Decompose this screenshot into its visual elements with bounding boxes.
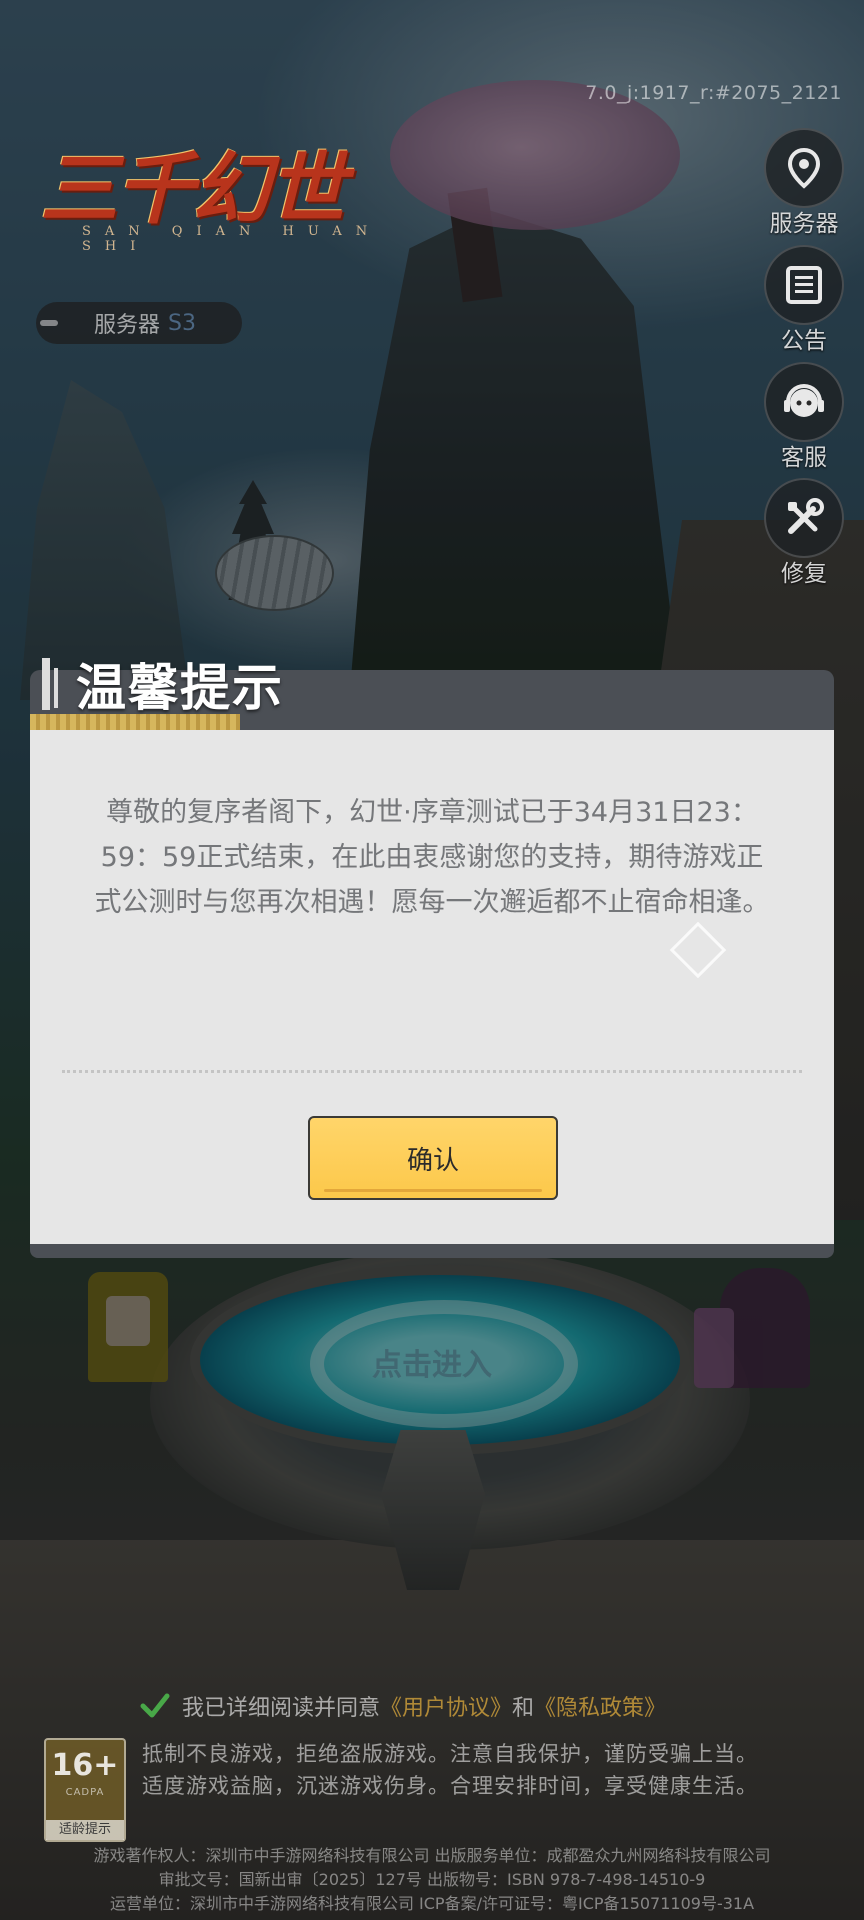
user-agreement-link[interactable]: 《用户协议》 xyxy=(380,1690,512,1722)
dialog-body: 尊敬的复序者阁下，幻世·序章测试已于34月31日23：59：59正式结束，在此由… xyxy=(30,730,834,1244)
checkmark-icon[interactable] xyxy=(140,1691,170,1721)
age-rating-org: CADPA xyxy=(65,1787,105,1798)
age-rating-number: 16+ xyxy=(51,1748,119,1783)
health-line: 适度游戏益脑，沉迷游戏伤身。合理安排时间，享受健康生活。 xyxy=(142,1774,758,1798)
sparkle-icon xyxy=(669,921,727,979)
side-button-server[interactable]: 服务器 xyxy=(764,128,844,238)
health-notice: 抵制不良游戏，拒绝盗版游戏。注意自我保护，谨防受骗上当。 适度游戏益脑，沉迷游戏… xyxy=(142,1738,758,1802)
age-rating-badge[interactable]: 16+ CADPA 适龄提示 xyxy=(44,1738,126,1842)
legal-line: 审批文号：国新出审〔2025〕127号 出版物号：ISBN 978-7-498-… xyxy=(158,1870,706,1889)
dialog-footer xyxy=(30,1244,834,1258)
title-bar-mark xyxy=(42,658,50,710)
side-button-label: 服务器 xyxy=(769,211,839,237)
side-button-label: 客服 xyxy=(781,445,827,471)
game-logo: 三千幻世 SAN QIAN HUAN SHI xyxy=(40,150,430,260)
server-chip-code: S3 xyxy=(168,310,196,336)
age-rating-tip: 适龄提示 xyxy=(46,1820,124,1840)
side-button-label: 公告 xyxy=(781,328,827,354)
side-button-notice[interactable]: 公告 xyxy=(764,245,844,355)
agreement-row: 我已详细阅读并同意 《用户协议》 和 《隐私政策》 xyxy=(140,1690,666,1722)
server-select-chip[interactable]: 服务器 S3 xyxy=(36,302,242,344)
server-chip-label: 服务器 xyxy=(94,313,161,338)
list-icon xyxy=(764,245,844,325)
agreement-and: 和 xyxy=(512,1696,535,1721)
dialog-title: 温馨提示 xyxy=(76,659,284,717)
side-button-support[interactable]: 客服 xyxy=(764,362,844,472)
agreement-prefix: 我已详细阅读并同意 xyxy=(182,1696,381,1721)
logo-subtitle: SAN QIAN HUAN SHI xyxy=(82,224,382,254)
health-line: 抵制不良游戏，拒绝盗版游戏。注意自我保护，谨防受骗上当。 xyxy=(142,1742,758,1766)
side-button-label: 修复 xyxy=(781,561,827,587)
title-bar-mark xyxy=(54,668,58,708)
version-text: 7.0_j:1917_r:#2075_2121 xyxy=(585,82,842,104)
confirm-button[interactable]: 确认 xyxy=(308,1116,558,1200)
map-pin-icon xyxy=(764,128,844,208)
headset-icon xyxy=(764,362,844,442)
tools-icon xyxy=(764,478,844,558)
privacy-policy-link[interactable]: 《隐私政策》 xyxy=(534,1690,666,1722)
notice-dialog: 温馨提示 尊敬的复序者阁下，幻世·序章测试已于34月31日23：59：59正式结… xyxy=(30,658,834,1258)
legal-info: 游戏著作权人：深圳市中手游网络科技有限公司 出版服务单位：成都盈众九州网络科技有… xyxy=(0,1844,864,1916)
logo-title: 三千幻世 xyxy=(40,144,346,235)
side-button-repair[interactable]: 修复 xyxy=(764,478,844,588)
dialog-message: 尊敬的复序者阁下，幻世·序章测试已于34月31日23：59：59正式结束，在此由… xyxy=(94,797,770,918)
dialog-divider xyxy=(62,1070,802,1073)
legal-line: 运营单位：深圳市中手游网络科技有限公司 ICP备案/许可证号：粤ICP备1507… xyxy=(109,1894,755,1913)
chip-lead-mark xyxy=(40,320,58,326)
legal-line: 游戏著作权人：深圳市中手游网络科技有限公司 出版服务单位：成都盈众九州网络科技有… xyxy=(93,1846,771,1865)
